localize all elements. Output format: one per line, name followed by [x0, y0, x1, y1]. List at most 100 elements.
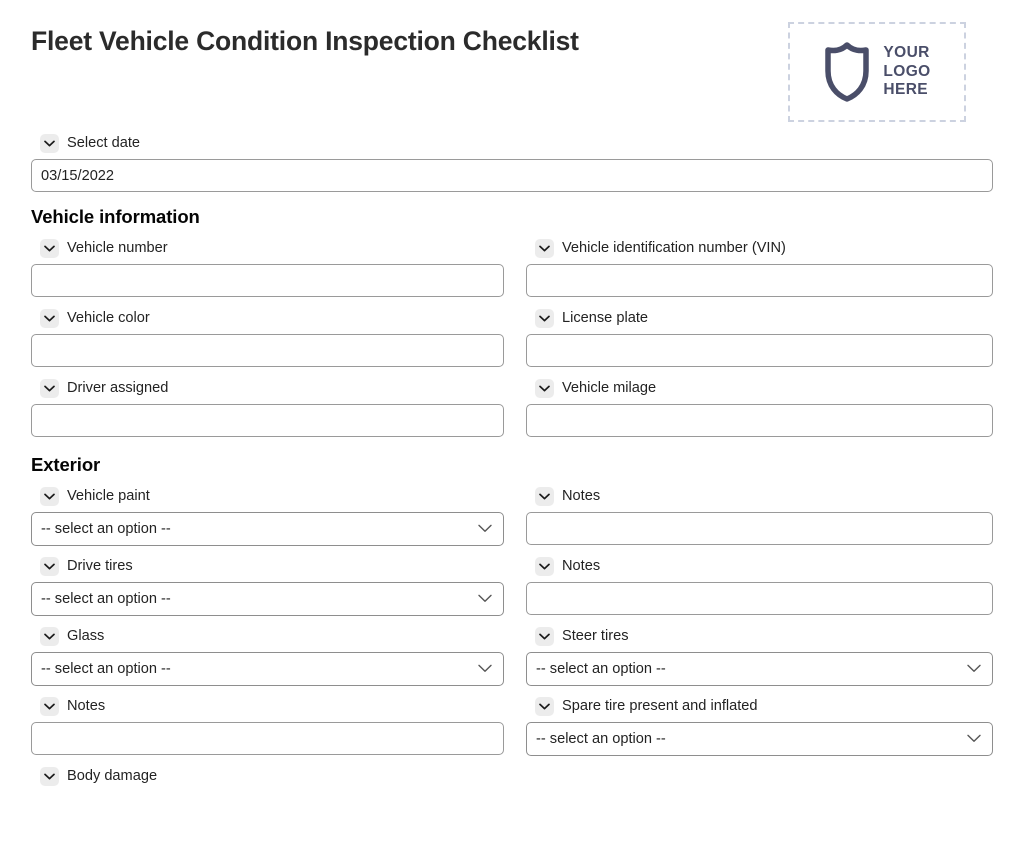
field-label-text: Spare tire present and inflated [562, 698, 758, 715]
chevron-down-icon[interactable] [40, 134, 59, 153]
glass-select[interactable]: -- select an option -- [31, 652, 504, 687]
select-value: -- select an option -- [41, 521, 171, 538]
field-label-text: Glass [67, 628, 105, 645]
notes-glass-input[interactable] [31, 722, 504, 756]
field-notes-glass: Notes [31, 697, 504, 756]
field-label-license-plate: License plate [535, 309, 993, 329]
field-label-body-damage: Body damage [40, 767, 504, 787]
select-value: -- select an option -- [41, 661, 171, 678]
chevron-down-icon[interactable] [40, 767, 59, 787]
logo-text-line3: HERE [883, 81, 929, 99]
field-vehicle-number: Vehicle number [31, 239, 504, 298]
field-label-text: Vehicle paint [67, 488, 150, 505]
field-vehicle-paint: Vehicle paint -- select an option -- [31, 487, 504, 547]
field-label-notes: Notes [535, 557, 993, 577]
license-plate-input[interactable] [526, 334, 993, 368]
field-label-text: Select date [67, 134, 141, 151]
chevron-down-icon[interactable] [535, 697, 554, 717]
logo-text-line2: LOGO [883, 62, 931, 80]
field-label-text: Steer tires [562, 628, 629, 645]
section-heading-vehicle-information: Vehicle information [31, 206, 200, 227]
logo-placeholder[interactable]: YOUR LOGO HERE [788, 22, 966, 122]
select-value: -- select an option -- [536, 661, 666, 678]
field-label-text: Body damage [67, 768, 158, 785]
chevron-down-icon[interactable] [535, 239, 554, 259]
vehicle-milage-input[interactable] [526, 404, 993, 438]
chevron-down-icon[interactable] [40, 379, 59, 399]
field-label-notes: Notes [535, 487, 993, 507]
page-title: Fleet Vehicle Condition Inspection Check… [31, 26, 579, 56]
chevron-down-icon[interactable] [535, 627, 554, 647]
chevron-down-icon[interactable] [535, 487, 554, 507]
section-heading-exterior: Exterior [31, 454, 101, 476]
chevron-down-icon [478, 591, 492, 607]
spare-tire-select[interactable]: -- select an option -- [526, 722, 993, 757]
field-select-date: Select date [31, 134, 993, 192]
section-body-vehicle-information: Vehicle number Vehicle identification nu… [31, 239, 993, 438]
field-vehicle-color: Vehicle color [31, 309, 504, 368]
drive-tires-select[interactable]: -- select an option -- [31, 582, 504, 617]
field-body-damage: Body damage [31, 767, 504, 792]
field-steer-tires: Steer tires -- select an option -- [526, 627, 993, 687]
field-label-select-date: Select date [40, 134, 993, 153]
field-label-vehicle-paint: Vehicle paint [40, 487, 504, 507]
vehicle-color-input[interactable] [31, 334, 504, 368]
field-label-text: License plate [562, 309, 649, 326]
field-label-vehicle-number: Vehicle number [40, 239, 504, 259]
chevron-down-icon[interactable] [40, 309, 59, 329]
chevron-down-icon[interactable] [40, 557, 59, 577]
driver-assigned-input[interactable] [31, 404, 504, 438]
inspection-form-page: Fleet Vehicle Condition Inspection Check… [0, 0, 1024, 867]
chevron-down-icon[interactable] [40, 239, 59, 259]
vehicle-number-input[interactable] [31, 264, 504, 298]
section-body-exterior: Vehicle paint -- select an option -- Not… [31, 487, 993, 792]
field-label-drive-tires: Drive tires [40, 557, 504, 577]
form-header: Fleet Vehicle Condition Inspection Check… [31, 0, 993, 134]
shield-icon [823, 41, 871, 103]
select-value: -- select an option -- [41, 591, 171, 608]
field-label-vehicle-milage: Vehicle milage [535, 379, 993, 399]
field-vin: Vehicle identification number (VIN) [526, 239, 993, 298]
chevron-down-icon [967, 661, 981, 677]
field-label-text: Vehicle number [67, 239, 168, 256]
field-label-steer-tires: Steer tires [535, 627, 993, 647]
chevron-down-icon [967, 731, 981, 747]
logo-text-line1: YOUR [883, 43, 930, 61]
field-label-spare-tire: Spare tire present and inflated [535, 697, 993, 717]
field-label-text: Vehicle identification number (VIN) [562, 239, 786, 256]
field-label-vehicle-color: Vehicle color [40, 309, 504, 329]
chevron-down-icon[interactable] [535, 379, 554, 399]
vin-input[interactable] [526, 264, 993, 298]
field-glass: Glass -- select an option -- [31, 627, 504, 687]
chevron-down-icon [478, 521, 492, 537]
field-label-text: Notes [562, 488, 601, 505]
field-license-plate: License plate [526, 309, 993, 368]
field-label-vin: Vehicle identification number (VIN) [535, 239, 993, 259]
logo-text: YOUR LOGO HERE [883, 44, 930, 101]
field-label-text: Vehicle milage [562, 379, 657, 396]
field-label-text: Driver assigned [67, 379, 169, 396]
field-driver-assigned: Driver assigned [31, 379, 504, 438]
chevron-down-icon [478, 661, 492, 677]
field-notes-drive-tires: Notes [526, 557, 993, 616]
chevron-down-icon[interactable] [40, 627, 59, 647]
steer-tires-select[interactable]: -- select an option -- [526, 652, 993, 687]
field-label-glass: Glass [40, 627, 504, 647]
chevron-down-icon[interactable] [535, 309, 554, 329]
date-input[interactable] [31, 159, 993, 192]
chevron-down-icon[interactable] [40, 697, 59, 717]
notes-drive-tires-input[interactable] [526, 582, 993, 616]
field-label-text: Vehicle color [67, 309, 150, 326]
chevron-down-icon[interactable] [535, 557, 554, 577]
field-label-text: Notes [67, 698, 106, 715]
notes-vehicle-paint-input[interactable] [526, 512, 993, 546]
field-label-text: Notes [562, 558, 601, 575]
select-value: -- select an option -- [536, 731, 666, 748]
field-label-text: Drive tires [67, 558, 133, 575]
vehicle-paint-select[interactable]: -- select an option -- [31, 512, 504, 547]
field-label-notes: Notes [40, 697, 504, 717]
field-notes-vehicle-paint: Notes [526, 487, 993, 546]
field-spare-tire: Spare tire present and inflated -- selec… [526, 697, 993, 757]
chevron-down-icon[interactable] [40, 487, 59, 507]
field-vehicle-milage: Vehicle milage [526, 379, 993, 438]
